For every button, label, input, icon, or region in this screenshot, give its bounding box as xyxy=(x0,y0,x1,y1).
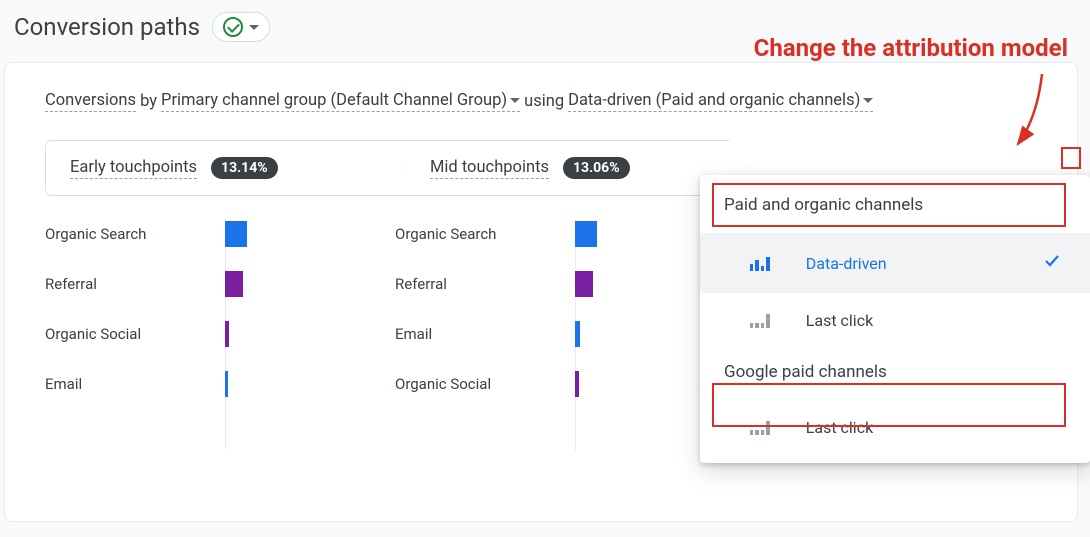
chevron-down-icon xyxy=(863,98,873,103)
bar-row: Email xyxy=(45,370,395,398)
annotation-highlight-section2 xyxy=(712,383,1066,427)
touchpoint-label: Mid touchpoints xyxy=(430,158,549,179)
chart-early: Organic Search Referral Organic Social E… xyxy=(45,220,395,398)
dimension-selector[interactable]: Primary channel group (Default Channel G… xyxy=(161,91,520,112)
annotation-text: Change the attribution model xyxy=(754,34,1068,62)
annotation-highlight-trigger xyxy=(1061,147,1081,169)
touchpoint-mid[interactable]: Mid touchpoints 13.06% xyxy=(387,140,749,196)
bar-label: Organic Social xyxy=(45,325,225,343)
bar-row: Organic Social xyxy=(395,370,745,398)
dropdown-option-label: Data-driven xyxy=(806,254,887,273)
bar-chart-icon xyxy=(750,256,770,271)
chevron-down-icon xyxy=(249,25,259,30)
bar-label: Organic Search xyxy=(395,225,575,243)
bar-row: Organic Search xyxy=(45,220,395,248)
bar-label: Email xyxy=(45,375,225,393)
bar-chart-icon xyxy=(750,313,770,328)
check-circle-icon xyxy=(223,17,243,37)
filter-sentence: Conversions by Primary channel group (De… xyxy=(45,91,1049,112)
bar-label: Referral xyxy=(45,275,225,293)
check-icon xyxy=(1042,251,1062,275)
bar-label: Organic Search xyxy=(45,225,225,243)
bar-row: Email xyxy=(395,320,745,348)
bar xyxy=(225,321,229,347)
dropdown-option-data-driven[interactable]: Data-driven xyxy=(700,233,1090,293)
bar-row: Organic Social xyxy=(45,320,395,348)
bar xyxy=(575,221,597,247)
dropdown-option-last-click-1[interactable]: Last click xyxy=(700,293,1090,348)
dropdown-option-label: Last click xyxy=(806,311,873,330)
chevron-down-icon xyxy=(510,98,520,103)
bar xyxy=(575,271,593,297)
chart-rows: Organic Search Referral Email Organic So… xyxy=(395,220,745,398)
text-using: using xyxy=(524,92,564,111)
text-by: by xyxy=(140,92,157,111)
bar-label: Referral xyxy=(395,275,575,293)
touchpoint-value: 13.14% xyxy=(211,157,278,179)
bar xyxy=(575,371,579,397)
touchpoint-early[interactable]: Early touchpoints 13.14% xyxy=(45,140,407,196)
bar-row: Referral xyxy=(45,270,395,298)
bar xyxy=(225,221,247,247)
attribution-model-selector[interactable]: Data-driven (Paid and organic channels) xyxy=(568,91,873,112)
bar xyxy=(225,271,243,297)
annotation-highlight-section1 xyxy=(712,183,1066,227)
touchpoint-label: Early touchpoints xyxy=(70,158,197,179)
bar-label: Organic Social xyxy=(395,375,575,393)
page-title: Conversion paths xyxy=(14,13,200,41)
chart-rows: Organic Search Referral Organic Social E… xyxy=(45,220,395,398)
attribution-dropdown: Paid and organic channels Data-driven La… xyxy=(700,175,1090,463)
status-selector[interactable] xyxy=(212,12,270,42)
bar-row: Organic Search xyxy=(395,220,745,248)
bar-label: Email xyxy=(395,325,575,343)
touchpoint-value: 13.06% xyxy=(563,157,630,179)
bar xyxy=(225,371,228,397)
bar-row: Referral xyxy=(395,270,745,298)
conversions-selector[interactable]: Conversions xyxy=(45,91,136,112)
bar xyxy=(575,321,580,347)
chart-mid: Organic Search Referral Email Organic So… xyxy=(395,220,745,398)
